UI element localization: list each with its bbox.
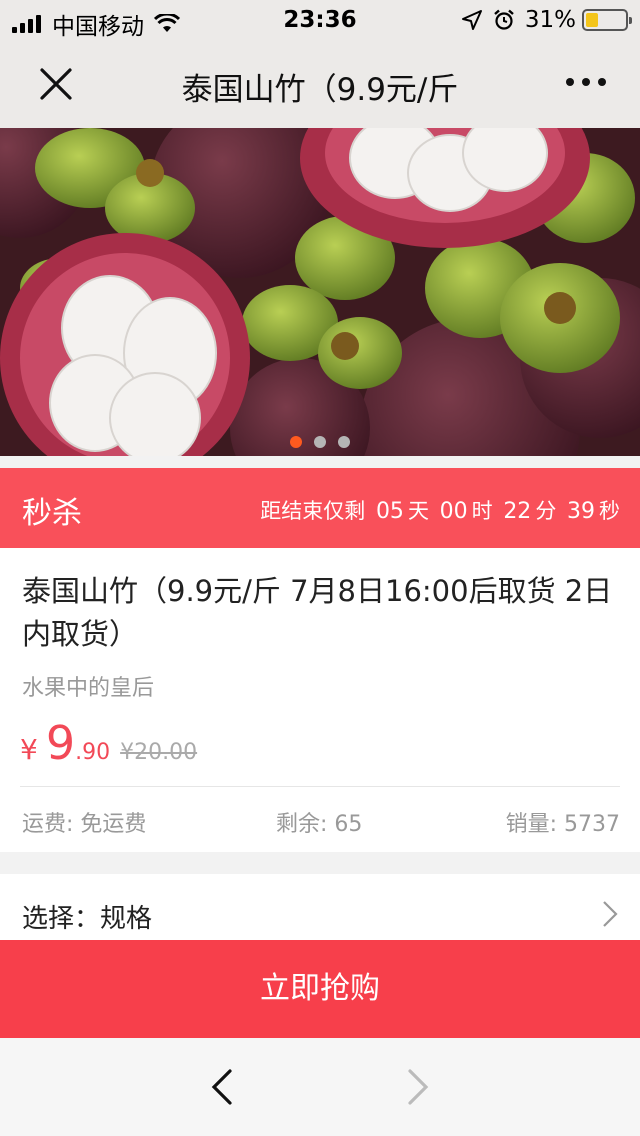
battery-icon (582, 9, 632, 31)
countdown-timer: 距结束仅剩 05 天 00 时 22 分 39 秒 (260, 495, 620, 525)
currency-symbol: ¥ (20, 733, 38, 766)
countdown-seconds-unit: 秒 (599, 499, 620, 523)
countdown-days-unit: 天 (407, 499, 429, 523)
back-arrow-icon[interactable] (206, 1068, 236, 1106)
select-spec-row[interactable]: 选择：规格 (0, 874, 640, 940)
price-row: ¥ 9 .90 ¥20.00 (20, 716, 197, 770)
carousel-dot[interactable] (290, 436, 302, 448)
stock-remaining: 剩余: 65 (276, 812, 363, 837)
flash-sale-bar: 秒杀 距结束仅剩 05 天 00 时 22 分 39 秒 (0, 468, 640, 548)
product-title: 泰国山竹（9.9元/斤 7月8日16:00后取货 2日内取货） (22, 574, 613, 651)
price-decimal: .90 (75, 740, 111, 765)
battery-fill (586, 13, 598, 27)
browser-toolbar (0, 1038, 640, 1136)
forward-arrow-icon[interactable] (404, 1068, 434, 1106)
product-subtitle: 水果中的皇后 (22, 676, 155, 701)
status-right: 31% (461, 7, 632, 33)
more-icon[interactable] (558, 78, 606, 86)
carousel-dot[interactable] (314, 436, 326, 448)
location-icon (461, 10, 482, 30)
buy-now-button[interactable]: 立即抢购 (0, 940, 640, 1038)
countdown-hours-unit: 时 (471, 499, 493, 523)
chevron-right-icon (603, 901, 618, 927)
countdown-days: 05 (375, 499, 404, 524)
product-image-carousel[interactable] (0, 128, 640, 456)
close-icon[interactable] (36, 64, 76, 104)
product-image (0, 128, 640, 456)
alarm-icon (494, 9, 514, 30)
status-bar: 中国移动 23:36 31% (0, 0, 640, 40)
carousel-dot[interactable] (338, 436, 350, 448)
original-price: ¥20.00 (120, 740, 198, 765)
nav-bar: 泰国山竹（9.9元/斤 (0, 40, 640, 128)
battery-percent: 31% (524, 7, 576, 33)
countdown-prefix: 距结束仅剩 (260, 499, 366, 523)
shipping-fee: 运费: 免运费 (22, 812, 147, 837)
countdown-minutes-unit: 分 (535, 499, 557, 523)
countdown-minutes: 22 (503, 499, 532, 524)
page-title: 泰国山竹（9.9元/斤 (181, 72, 459, 108)
countdown-seconds: 39 (567, 499, 595, 524)
divider (20, 786, 620, 787)
sales-count: 销量: 5737 (505, 812, 620, 837)
price-integer: 9 (45, 716, 76, 770)
carousel-dots[interactable] (0, 436, 640, 448)
product-info: 泰国山竹（9.9元/斤 7月8日16:00后取货 2日内取货） 水果中的皇后 ¥… (0, 548, 640, 852)
countdown-hours: 00 (439, 499, 468, 524)
select-spec-label: 选择：规格 (22, 904, 153, 934)
flash-sale-label: 秒杀 (22, 496, 82, 531)
